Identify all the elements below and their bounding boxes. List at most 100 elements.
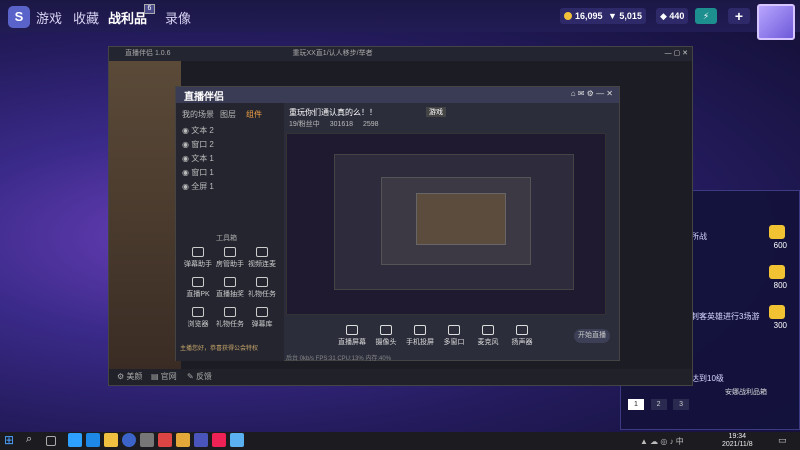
window-title: 直播伴侣 1.0.6 (125, 50, 171, 57)
scene-item[interactable]: ◉ 窗口 2 (182, 139, 277, 151)
window-title-center: 重玩XX直1/认人移步/举者 (292, 50, 373, 57)
tool-room-manager[interactable]: 房管助手 (214, 247, 246, 273)
multi-window-button[interactable]: 多窗口 (438, 325, 470, 351)
rank-icon: ▼ (608, 11, 620, 21)
beauty-button[interactable]: ⚙ 美颜 (117, 369, 142, 385)
notice-text: 主播您好，恭喜获得公会特权 (180, 346, 259, 352)
website-button[interactable]: ▤ 官网 (151, 369, 177, 385)
rank-value: 5,015 (619, 11, 642, 21)
scene-item[interactable]: ◉ 窗口 1 (182, 167, 277, 179)
camera-button[interactable]: 摄像头 (370, 325, 402, 351)
gems-counter: ◆ 440 (656, 8, 689, 24)
app-logo: 直播伴侣 (184, 92, 224, 103)
tool-gift-task-2[interactable]: 礼物任务 (214, 307, 246, 333)
quest-value: 600 (773, 241, 787, 250)
scene-item[interactable]: ◉ 文本 2 (182, 125, 277, 137)
top-nav-bar: S 游戏 收藏 战利品 6 录像 16,095 ▼ 5,015 ◆ 440 ⚡ … (0, 0, 800, 40)
game-sidebar-art (109, 61, 181, 371)
scene-panel: 我的场景 图层 组件 ◉ 文本 2 ◉ 窗口 2 ◉ 文本 1 ◉ 窗口 1 ◉… (176, 103, 284, 361)
taskbar: ⊞ ⌕ ▲ ☁ ◎ ♪ 中 19:34 2021/11/8 ▭ (0, 432, 800, 450)
clock-time: 19:34 (728, 433, 747, 440)
nav-replays[interactable]: 录像 (165, 8, 191, 27)
tool-lottery[interactable]: 直播抽奖 (214, 277, 246, 303)
window-statusbar: ⚙ 美颜 ▤ 官网 ✎ 反馈 (109, 369, 692, 385)
screen-capture-button[interactable]: 直播屏幕 (336, 325, 368, 351)
tool-video-link[interactable]: 视频连麦 (246, 247, 278, 273)
page-3[interactable]: 3 (673, 399, 690, 410)
app-icon[interactable] (122, 433, 136, 447)
plus-icon[interactable]: + (728, 8, 750, 24)
app-icon[interactable] (158, 433, 172, 447)
browser-icon[interactable] (68, 433, 82, 447)
task-view-icon[interactable] (46, 436, 56, 446)
app-icon[interactable] (230, 433, 244, 447)
loot-badge: 6 (144, 4, 155, 14)
tools-title: 工具箱 (216, 235, 237, 242)
tool-danmaku[interactable]: 弹幕助手 (182, 247, 214, 273)
tool-pk[interactable]: 直播PK (182, 277, 214, 303)
gold-reward-icon (769, 305, 785, 319)
tab-scenes[interactable]: 我的场景 (182, 109, 214, 120)
edge-icon[interactable] (86, 433, 100, 447)
avatar[interactable] (757, 4, 795, 40)
page-2[interactable]: 2 (650, 399, 667, 410)
coins-counter: 16,095 (560, 8, 607, 24)
clock-date: 2021/11/8 (722, 441, 753, 448)
app-icon[interactable] (140, 433, 154, 447)
launcher-logo-icon[interactable]: S (8, 6, 30, 28)
boost-button[interactable]: ⚡ (695, 8, 717, 24)
rank-counter: ▼ 5,015 (604, 8, 646, 24)
window-controls[interactable]: — ▢ ✕ (665, 47, 688, 61)
taskbar-clock[interactable]: 19:34 2021/11/8 (722, 433, 753, 449)
quest-value: 800 (773, 281, 787, 290)
speaker-button[interactable]: 扬声器 (506, 325, 538, 351)
scene-item[interactable]: ◉ 文本 1 (182, 153, 277, 165)
header-controls[interactable]: ⌂ ✉ ⚙ — ✕ (571, 89, 613, 98)
app-icon[interactable] (212, 433, 226, 447)
microphone-button[interactable]: 麦克风 (472, 325, 504, 351)
coin-icon (564, 12, 572, 20)
window-titlebar: 直播伴侣 1.0.6 重玩XX直1/认人移步/举者 — ▢ ✕ (109, 47, 692, 61)
app-header: 直播伴侣 ⌂ ✉ ⚙ — ✕ (176, 87, 619, 103)
stream-title[interactable]: 重玩你们通认真的么！！ (289, 107, 377, 118)
streaming-app: 直播伴侣 ⌂ ✉ ⚙ — ✕ 我的场景 图层 组件 ◉ 文本 2 ◉ 窗口 2 … (175, 86, 620, 362)
search-icon[interactable]: ⌕ (26, 433, 40, 447)
tab-components[interactable]: 组件 (246, 109, 262, 120)
gems-value: 440 (669, 11, 685, 21)
gold-reward-icon (769, 265, 785, 279)
pagination: 1 2 3 (628, 398, 693, 410)
quest-value: 300 (773, 321, 787, 330)
windows-start-icon[interactable]: ⊞ (4, 433, 18, 447)
gold-reward-icon (769, 225, 785, 239)
tool-gift-task[interactable]: 礼物任务 (246, 277, 278, 303)
likes-stat: 2598 (363, 121, 379, 128)
reward-title: 安娜战利品箱 (725, 389, 767, 396)
category-badge[interactable]: 游戏 (426, 107, 446, 117)
go-live-button[interactable]: 开始直播 (574, 329, 610, 343)
notification-icon[interactable]: ▭ (778, 435, 787, 446)
app-icon[interactable] (176, 433, 190, 447)
quest-text: 达到10级 (691, 374, 724, 383)
app-statusbar: 后台 0kb/s FPS:31 CPU:13% 内存:40% (286, 356, 392, 362)
phone-cast-button[interactable]: 手机投屏 (404, 325, 436, 351)
fans-stat: 19/粉丝中 (289, 121, 320, 128)
coins-value: 16,095 (575, 11, 603, 21)
stream-stats: 19/粉丝中 301618 2598 (289, 119, 379, 129)
tray-icons[interactable]: ▲ ☁ ◎ ♪ 中 (640, 436, 684, 447)
scene-item[interactable]: ◉ 全屏 1 (182, 181, 277, 193)
tab-layers[interactable]: 图层 (220, 109, 236, 120)
page-1[interactable]: 1 (628, 399, 644, 410)
tool-browser[interactable]: 浏览器 (182, 307, 214, 333)
nav-collection[interactable]: 收藏 (73, 8, 99, 27)
quest-text: 所战 (691, 232, 707, 241)
gem-icon: ◆ (660, 11, 670, 21)
app-icon[interactable] (194, 433, 208, 447)
nav-loot[interactable]: 战利品 (108, 8, 147, 27)
quest-text: 刺客英雄进行3场游 (691, 312, 760, 321)
tool-danmaku-lib[interactable]: 弹幕库 (246, 307, 278, 333)
preview-nested-window-3 (416, 193, 506, 245)
feedback-button[interactable]: ✎ 反馈 (187, 369, 212, 385)
views-stat: 301618 (329, 121, 354, 128)
nav-games[interactable]: 游戏 (36, 8, 62, 27)
file-explorer-icon[interactable] (104, 433, 118, 447)
